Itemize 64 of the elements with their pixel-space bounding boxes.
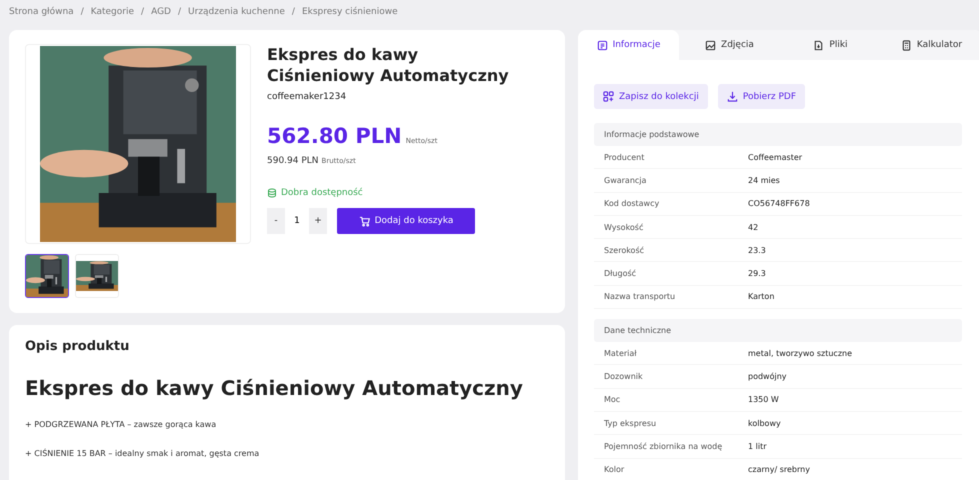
add-to-cart-button[interactable]: Dodaj do koszyka (337, 208, 475, 234)
thumbnail[interactable] (25, 254, 69, 298)
spec-label: Wysokość (604, 222, 644, 232)
breadcrumb-link[interactable]: Urządzenia kuchenne (188, 6, 285, 16)
spec-label: Moc (604, 395, 622, 404)
image-icon (705, 40, 716, 50)
description-line: + PODGRZEWANA PŁYTA – zawsze gorąca kawa (25, 420, 218, 429)
breadcrumb-link[interactable]: AGD (151, 6, 171, 16)
product-title: Ekspres do kawy Ciśnieniowy Automatyczny (267, 44, 510, 86)
cart-icon (358, 216, 370, 226)
spec-label: Gwarancja (604, 176, 648, 185)
increase-button[interactable]: + (309, 208, 327, 234)
gross-price: 590.94 PLN (267, 156, 319, 166)
spec-value: 29.3 (748, 269, 767, 278)
calculator-icon (900, 40, 912, 50)
section-header: Dane techniczne (594, 319, 962, 342)
spec-label: Materiał (604, 348, 638, 358)
download-icon (726, 91, 738, 102)
tab[interactable]: Pliki (780, 30, 881, 60)
spec-value: kolbowy (748, 418, 782, 428)
spec-value: 1 litr (748, 442, 768, 451)
spec-value: Coffeemaster (748, 152, 804, 162)
spec-value: 24 mies (748, 176, 781, 185)
section-header: Informacje podstawowe (594, 123, 962, 146)
spec-label: Pojemność zbiornika na wodę (604, 442, 724, 451)
breadcrumb-separator: / (292, 6, 295, 16)
spec-label: Typ ekspresu (604, 418, 658, 428)
file-icon (813, 40, 824, 50)
spec-value: 1350 W (748, 395, 780, 404)
decrease-button[interactable]: - (267, 208, 285, 234)
save-collection-button[interactable]: Zapisz do kolekcji (594, 84, 708, 109)
spec-label: Długość (604, 269, 638, 278)
document-icon (596, 40, 608, 50)
breadcrumb-separator: / (141, 6, 144, 16)
collection-icon (603, 91, 614, 102)
spec-label: Nazwa transportu (604, 292, 676, 302)
tab[interactable]: Zdjęcia (679, 30, 780, 60)
spec-value: czarny/ srebrny (748, 465, 811, 474)
spec-value: Karton (748, 292, 776, 302)
breadcrumb-link[interactable]: Strona główna (9, 6, 74, 16)
spec-label: Kolor (604, 465, 626, 474)
availability-text: Dobra dostępność (281, 188, 363, 198)
product-sku: coffeemaker1234 (267, 92, 348, 102)
breadcrumb-link[interactable]: Kategorie (90, 6, 134, 16)
breadcrumb-link[interactable]: Ekspresy ciśnieniowe (302, 6, 398, 16)
spec-label: Szerokość (604, 246, 646, 255)
stock-icon (267, 188, 277, 198)
spec-value: 23.3 (748, 246, 767, 255)
download-pdf-button[interactable]: Pobierz PDF (718, 84, 806, 109)
spec-label: Kod dostawcy (604, 199, 660, 208)
spec-label: Dozownik (604, 372, 644, 382)
spec-value: 42 (748, 222, 760, 232)
spec-value: metal, tworzywo sztuczne (748, 348, 854, 358)
description-title: Ekspres do kawy Ciśnieniowy Automatyczny (25, 376, 524, 400)
net-price: 562.80 PLN (267, 124, 402, 148)
tab[interactable]: Informacje (578, 30, 679, 60)
description-heading: Opis produktu (25, 339, 130, 354)
tab[interactable]: Kalkulator (881, 30, 979, 60)
spec-value: CO56748FF678 (748, 199, 811, 208)
spec-label: Producent (604, 152, 646, 162)
breadcrumb-separator: / (178, 6, 182, 16)
breadcrumb-separator: / (80, 6, 84, 16)
description-line: + CIŚNIENIE 15 BAR – idealny smak i aromat, gęsta crema (25, 449, 260, 458)
spec-value: podwójny (748, 372, 788, 382)
